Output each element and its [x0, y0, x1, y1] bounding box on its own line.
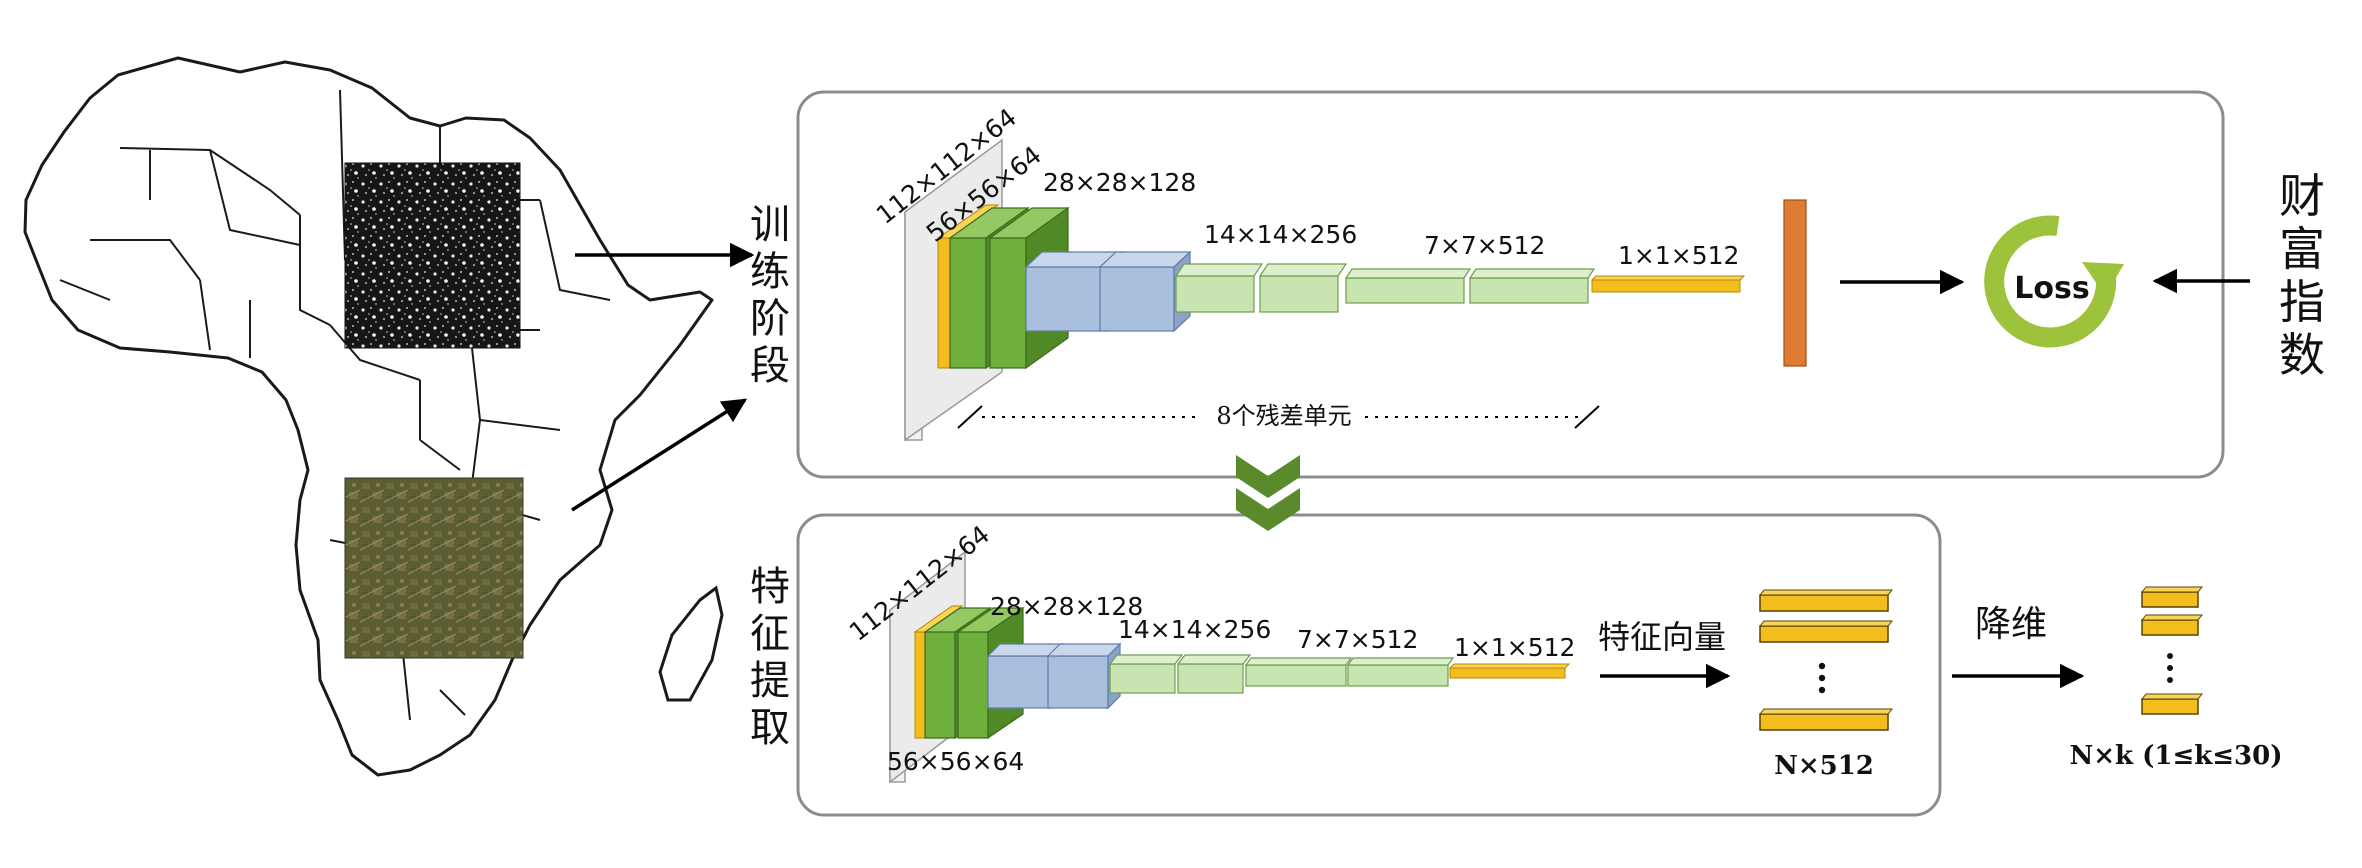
extraction-lightgreen-slab-3: [1245, 664, 1347, 687]
training-green-slab-2: [989, 237, 1027, 369]
reduced-ellipsis-dot-1: [2167, 653, 2173, 659]
extraction-fc-yellow-bar-top: [1448, 663, 1571, 669]
reduced-bar-3: [2141, 698, 2199, 715]
feature-ellipsis-dot-1: [1818, 662, 1826, 670]
reduced-bar-1-top: [2140, 586, 2204, 593]
extraction-stage4-dim: 7×7×512: [1297, 625, 1418, 654]
reduced-bar-2: [2141, 619, 2199, 636]
reduced-ellipsis-dot-3: [2167, 677, 2173, 683]
extraction-stage3-dim: 14×14×256: [1118, 615, 1271, 644]
feature-bar-1: [1759, 594, 1889, 612]
training-lightgreen-slab-3-top: [1344, 268, 1472, 279]
training-lightgreen-slab-1-top: [1174, 263, 1264, 277]
training-stage2-dim: 28×28×128: [1043, 168, 1196, 197]
training-blue-cube-2: [1099, 266, 1175, 332]
extraction-fc-dim: 1×1×512: [1454, 633, 1575, 662]
extraction-fc-yellow-bar: [1449, 667, 1566, 679]
extraction-label-char-2: 征: [750, 611, 790, 657]
training-fc-yellow-bar-top: [1590, 275, 1746, 281]
extraction-lightgreen-slab-4: [1347, 664, 1449, 687]
extraction-label-char-4: 取: [750, 705, 790, 751]
reduced-bar-2-top: [2140, 614, 2204, 621]
wealth-label-char-2: 富: [2279, 222, 2325, 276]
loss-label: Loss: [2014, 271, 2089, 306]
training-lightgreen-slab-2: [1259, 275, 1339, 313]
training-blue-cube-1: [1025, 266, 1107, 332]
extraction-label-char-1: 特: [750, 564, 790, 610]
extraction-blue-cube-1: [987, 655, 1051, 709]
extraction-label-char-3: 提: [750, 658, 790, 704]
training-lightgreen-slab-4-top: [1468, 268, 1596, 279]
training-stage3-dim: 14×14×256: [1204, 220, 1357, 249]
chevron-upper: [1236, 455, 1300, 498]
feature-vector-label: 特征向量: [1598, 618, 1726, 656]
feature-bar-3: [1759, 713, 1889, 731]
reduced-ellipsis-dot-2: [2167, 665, 2173, 671]
training-lightgreen-slab-2-top: [1258, 263, 1348, 277]
training-stage-label: 训 练 阶 段: [750, 202, 790, 389]
wealth-label-char-4: 数: [2279, 328, 2325, 382]
transfer-chevron-icon: [1236, 455, 1300, 531]
extraction-stage-label: 特 征 提 取: [750, 564, 790, 751]
training-network: [904, 138, 1807, 442]
reduced-vector-dim: N×k (1≤k≤30): [2069, 741, 2282, 771]
feature-bar-3-top: [1758, 708, 1894, 715]
reduced-vector-stack: [2140, 586, 2204, 715]
reduced-bar-3-top: [2140, 693, 2204, 700]
feature-vector-dim: N×512: [1774, 751, 1874, 781]
reduced-bar-1: [2141, 591, 2199, 608]
feature-ellipsis-dot-2: [1818, 674, 1826, 682]
residual-span-left-tick: [957, 405, 983, 429]
feature-bar-2-top: [1758, 620, 1894, 627]
training-label-char-1: 训: [750, 202, 790, 248]
feature-ellipsis-dot-3: [1818, 686, 1826, 694]
extraction-blue-cube-2: [1047, 655, 1109, 709]
training-yellow-slab: [937, 229, 951, 369]
extraction-lightgreen-slab-2-top: [1176, 654, 1252, 665]
training-fc-yellow-bar: [1591, 279, 1741, 293]
training-output-orange-bar: [1783, 199, 1807, 367]
extraction-green-slab-2: [957, 631, 989, 739]
training-label-char-2: 练: [750, 249, 790, 295]
diagram-canvas: 训 练 阶 段 特 征 提 取 财 富 指 数 112×112×64 56×56…: [23, 56, 2325, 817]
training-lightgreen-slab-1: [1175, 275, 1255, 313]
residual-units-label: 8个残差单元: [1216, 402, 1351, 430]
extraction-conv1-dim: 56×56×64: [887, 747, 1024, 776]
extraction-lightgreen-slab-3-top: [1244, 657, 1353, 666]
training-label-char-3: 阶: [750, 296, 790, 342]
extraction-yellow-slab: [914, 625, 926, 739]
feature-bar-1-top: [1758, 589, 1894, 596]
residual-span-right-tick: [1574, 405, 1600, 429]
extraction-green-slab-1: [924, 631, 956, 739]
training-lightgreen-slab-3: [1345, 277, 1465, 304]
daytime-satellite-image: [344, 477, 524, 659]
extraction-lightgreen-slab-2: [1177, 663, 1244, 694]
feature-vector-stack: [1758, 589, 1894, 731]
nighttime-light-image: [344, 162, 521, 349]
madagascar-outline: [658, 585, 724, 702]
training-lightgreen-slab-4: [1469, 277, 1589, 304]
extraction-lightgreen-slab-1-top: [1108, 654, 1184, 665]
dimension-reduction-label: 降维: [1975, 604, 2047, 645]
wealth-index-label: 财 富 指 数: [2279, 169, 2325, 382]
training-label-char-4: 段: [750, 343, 790, 389]
country-borders: [59, 89, 611, 721]
wealth-label-char-3: 指: [2279, 275, 2325, 329]
extraction-lightgreen-slab-4-top: [1346, 657, 1455, 666]
day-to-training-arrow: [571, 398, 748, 512]
training-fc-dim: 1×1×512: [1618, 241, 1739, 270]
extraction-lightgreen-slab-1: [1109, 663, 1176, 694]
feature-bar-2: [1759, 625, 1889, 643]
training-green-slab-1: [949, 237, 987, 369]
training-stage4-dim: 7×7×512: [1424, 231, 1545, 260]
wealth-label-char-1: 财: [2279, 169, 2325, 223]
